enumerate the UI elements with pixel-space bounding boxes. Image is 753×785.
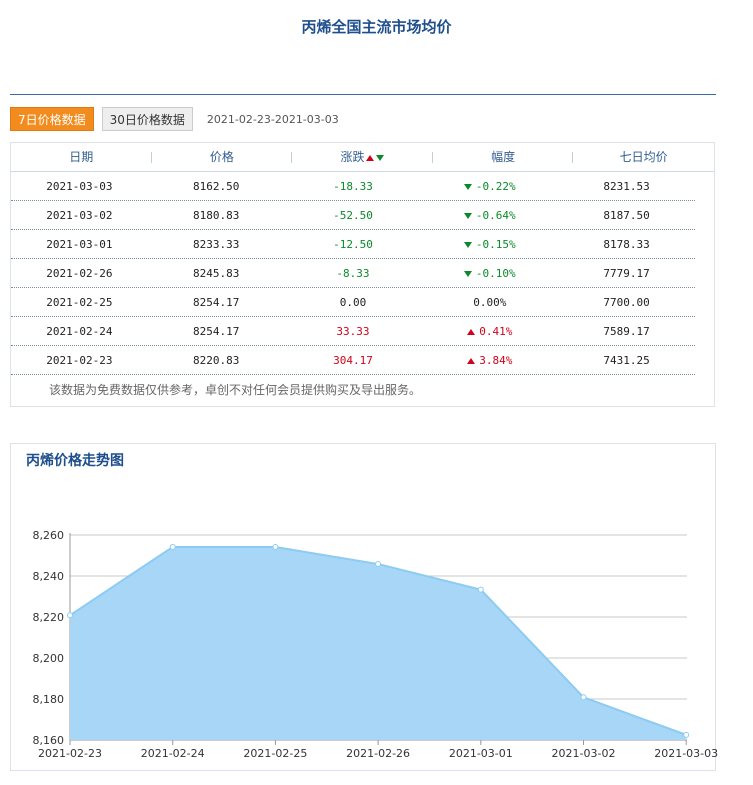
x-tick-label: 2021-02-26	[346, 747, 410, 760]
x-tick-label: 2021-03-01	[449, 747, 513, 760]
cell-change: -12.50	[333, 238, 373, 251]
y-tick-label: 8,260	[33, 529, 65, 542]
up-arrow-icon	[467, 358, 476, 364]
data-point	[683, 731, 690, 738]
y-tick-label: 8,160	[33, 734, 65, 747]
cell-avg7: 7589.17	[603, 325, 650, 338]
cell-price: 8254.17	[193, 325, 240, 338]
date-range-label: 2021-02-23-2021-03-03	[206, 112, 339, 126]
x-tick-label: 2021-02-24	[141, 747, 205, 760]
cell-pct: -0.15%	[421, 230, 558, 258]
cell-pct: -0.10%	[421, 259, 558, 287]
tab-7-day[interactable]: 7日价格数据	[10, 107, 94, 131]
cell-avg7: 7779.17	[603, 267, 650, 280]
cell-avg7: 8178.33	[603, 238, 650, 251]
down-arrow-icon	[463, 271, 472, 277]
cell-pct: 3.84%	[421, 346, 558, 374]
tab-bar: 7日价格数据 30日价格数据 2021-02-23-2021-03-03	[10, 106, 339, 132]
header-avg7: 七日均价	[619, 150, 668, 164]
cell-date: 2021-02-23	[46, 354, 113, 367]
cell-price: 8245.83	[193, 267, 240, 280]
cell-date: 2021-03-02	[46, 209, 113, 222]
table-row: 2021-03-02 8180.83 -52.50 -0.64% 8187.50	[11, 201, 695, 230]
table-row: 2021-02-24 8254.17 33.33 0.41% 7589.17	[11, 317, 695, 346]
price-table: 日期 价格 涨跌 幅度 七日均价 2021-03-03 8162.50 -18.33…	[10, 142, 715, 407]
data-point	[580, 694, 587, 701]
cell-pct: -0.64%	[421, 201, 558, 229]
cell-date: 2021-03-03	[46, 180, 113, 193]
header-price: 价格	[152, 143, 293, 171]
data-point	[67, 612, 73, 619]
price-trend-chart: 8,160 8,180 8,200 8,220 8,240 8,260 2021-02-23…	[33, 529, 719, 760]
down-arrow-icon	[463, 213, 472, 219]
y-tick-label: 8,200	[33, 652, 65, 665]
cell-change: 304.17	[333, 354, 373, 367]
y-tick-label: 8,180	[33, 693, 65, 706]
x-tick-label: 2021-03-03	[654, 747, 718, 760]
cell-date: 2021-02-26	[46, 267, 113, 280]
cell-pct: -0.22%	[421, 172, 558, 200]
table-row: 2021-02-26 8245.83 -8.33 -0.10% 7779.17	[11, 259, 695, 288]
sort-arrows-icon[interactable]	[366, 154, 385, 162]
cell-change: 33.33	[336, 325, 370, 338]
down-arrow-icon	[463, 184, 472, 190]
cell-avg7: 7700.00	[603, 296, 650, 309]
cell-avg7: 7431.25	[603, 354, 650, 367]
cell-price: 8180.83	[193, 209, 240, 222]
cell-price: 8162.50	[193, 180, 240, 193]
table-row: 2021-03-01 8233.33 -12.50 -0.15% 8178.33	[11, 230, 695, 259]
cell-date: 2021-02-24	[46, 325, 113, 338]
y-tick-label: 8,240	[33, 570, 65, 583]
x-tick-label: 2021-02-25	[243, 747, 307, 760]
header-pct: 幅度	[433, 143, 574, 171]
cell-change: -18.33	[333, 180, 373, 193]
tab-30-day[interactable]: 30日价格数据	[101, 107, 193, 131]
data-point	[169, 543, 176, 550]
cell-change: -52.50	[333, 209, 373, 222]
title-divider	[10, 94, 716, 95]
x-tick-label: 2021-02-23	[38, 747, 102, 760]
page-title: 丙烯全国主流市场均价	[301, 18, 452, 36]
data-point	[375, 561, 382, 568]
data-point	[477, 586, 484, 593]
cell-price: 8220.83	[193, 354, 240, 367]
up-arrow-icon	[467, 329, 476, 335]
cell-pct: 0.00%	[473, 296, 507, 309]
cell-change: 0.00	[339, 296, 367, 309]
cell-price: 8254.17	[193, 296, 240, 309]
disclaimer-note: 该数据为免费数据仅供参考，卓创不对任何会员提供购买及导出服务。	[49, 383, 422, 397]
cell-date: 2021-02-25	[46, 296, 113, 309]
x-tick-label: 2021-03-02	[552, 747, 616, 760]
cell-pct: 0.41%	[421, 317, 558, 345]
cell-price: 8233.33	[193, 238, 240, 251]
header-change[interactable]: 涨跌	[292, 143, 433, 171]
table-row: 2021-03-03 8162.50 -18.33 -0.22% 8231.53	[11, 172, 695, 201]
table-row: 2021-02-25 8254.17 0.00 0.00% 7700.00	[11, 288, 695, 317]
table-header: 日期 价格 涨跌 幅度 七日均价	[11, 143, 714, 172]
y-tick-label: 8,220	[33, 611, 65, 624]
header-date: 日期	[11, 143, 152, 171]
data-point	[272, 543, 279, 550]
cell-avg7: 8187.50	[603, 209, 650, 222]
down-arrow-icon	[463, 242, 472, 248]
table-row: 2021-02-23 8220.83 304.17 3.84% 7431.25	[11, 346, 695, 375]
cell-avg7: 8231.53	[603, 180, 650, 193]
cell-date: 2021-03-01	[46, 238, 113, 251]
cell-change: -8.33	[336, 267, 370, 280]
